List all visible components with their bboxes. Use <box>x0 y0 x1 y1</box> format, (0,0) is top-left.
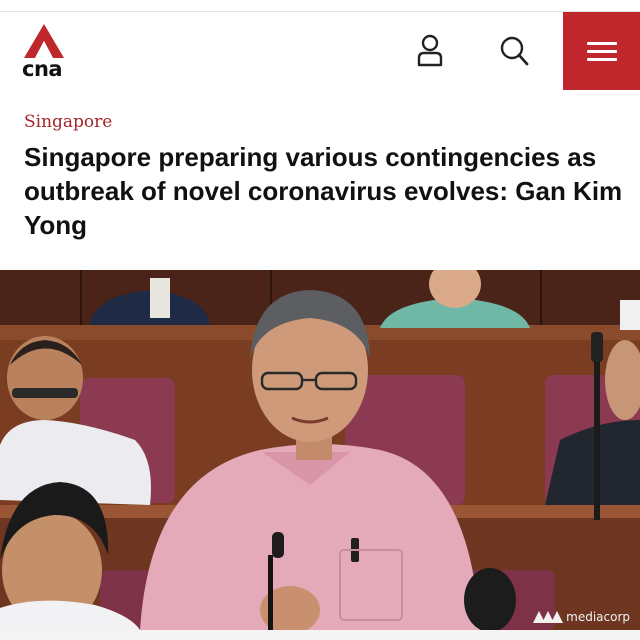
menu-icon-bar <box>587 58 617 61</box>
photo-illustration <box>0 270 640 630</box>
bottom-strip <box>0 630 640 640</box>
article-photo: mediacorp <box>0 270 640 630</box>
menu-button[interactable] <box>563 12 640 90</box>
menu-icon-bar <box>587 50 617 53</box>
photo-watermark: mediacorp <box>533 610 630 624</box>
menu-icon-bar <box>587 42 617 45</box>
top-rule <box>0 0 640 12</box>
watermark-text: mediacorp <box>566 610 630 624</box>
cna-logo[interactable]: cna <box>22 24 66 80</box>
logo-text: cna <box>22 57 63 81</box>
article-headline: Singapore preparing various contingencie… <box>24 142 623 240</box>
logo-mark-icon <box>24 24 64 58</box>
site-header: cna <box>0 12 640 90</box>
article-header: Singapore Singapore preparing various co… <box>0 90 640 270</box>
account-icon[interactable] <box>414 34 446 68</box>
search-icon[interactable] <box>498 34 530 68</box>
category-link[interactable]: Singapore <box>24 112 112 132</box>
mediacorp-logo-icon <box>533 611 564 623</box>
